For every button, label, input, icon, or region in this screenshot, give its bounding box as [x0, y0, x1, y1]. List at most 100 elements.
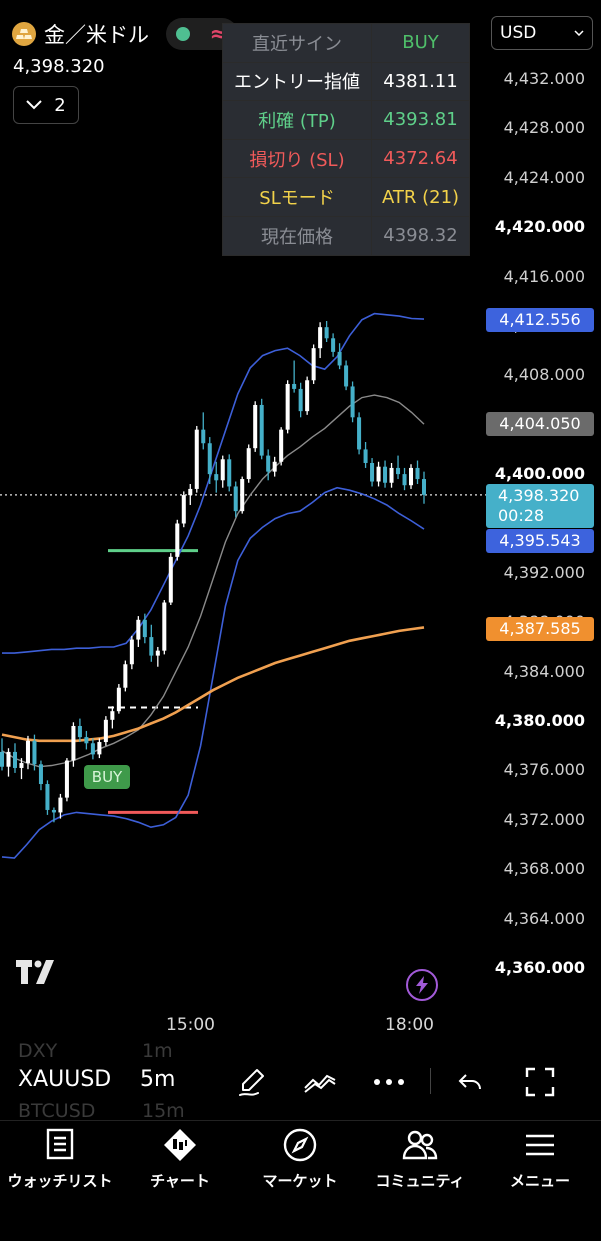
time-axis-label: 15:00	[166, 1015, 215, 1035]
candle-body	[337, 351, 342, 366]
candle-body	[350, 386, 355, 418]
candle-body	[84, 737, 89, 744]
candle-body	[324, 327, 329, 339]
candle-body	[77, 725, 82, 738]
signal-row: 利確 (TP) 4393.81	[222, 100, 470, 140]
candle-body	[253, 404, 258, 449]
signal-row: 直近サイン BUY	[222, 23, 470, 63]
candle-body	[207, 443, 212, 475]
candle-body	[331, 338, 336, 352]
candle-body	[181, 495, 186, 524]
nav-community[interactable]: コミュニティ	[360, 1128, 480, 1191]
candle-body	[363, 449, 368, 463]
upper-band-price-badge: 4,412.556	[486, 308, 594, 332]
signal-value: ATR (21)	[371, 177, 470, 217]
fullscreen-button[interactable]	[520, 1064, 560, 1100]
undo-button[interactable]	[450, 1064, 490, 1100]
chevron-down-icon	[26, 100, 42, 110]
candle-body	[51, 809, 56, 813]
candle-body	[240, 479, 245, 512]
candle-body	[116, 687, 121, 712]
candle-body	[38, 764, 43, 785]
last-price: 4,398.320	[13, 56, 105, 77]
nav-label: コミュニティ	[375, 1172, 465, 1190]
candle-body	[402, 474, 407, 486]
nav-watchlist[interactable]: ウォッチリスト	[0, 1128, 120, 1191]
signal-row: SLモード ATR (21)	[222, 177, 470, 217]
interval-selector[interactable]: 5m	[140, 1067, 175, 1092]
symbol-selector[interactable]: XAUUSD	[18, 1067, 111, 1092]
ghost-symbol-below: BTCUSD	[18, 1100, 96, 1122]
candle-body	[162, 602, 167, 651]
nav-market[interactable]: マーケット	[240, 1128, 360, 1191]
currency-select[interactable]: USD	[491, 16, 593, 50]
candle-body	[389, 467, 394, 483]
nav-label: チャート	[150, 1172, 210, 1190]
candle-body	[279, 429, 284, 462]
candle-body	[149, 637, 154, 656]
menu-icon	[526, 1134, 554, 1156]
ghost-symbol-above: DXY	[18, 1040, 58, 1062]
lower-bollinger-band	[1, 486, 425, 859]
candle-body	[214, 474, 219, 481]
nav-menu[interactable]: メニュー	[480, 1128, 600, 1191]
candle-body	[233, 486, 238, 512]
fullscreen-icon	[525, 1067, 555, 1097]
candle-body	[292, 383, 297, 389]
indicators-toggle-button[interactable]: 2	[13, 86, 79, 124]
candle-body	[272, 461, 277, 472]
candle-body	[194, 429, 199, 489]
tradingview-logo-icon	[16, 960, 54, 984]
candle-body	[103, 719, 108, 743]
candle-body	[370, 462, 375, 482]
candle-body	[376, 466, 381, 482]
candle-body	[110, 711, 115, 720]
undo-icon	[458, 1074, 481, 1090]
candle-body	[32, 740, 37, 765]
price-axis-tick: 4,424.000	[503, 167, 585, 187]
current-price-value: 4,398.320	[498, 486, 580, 505]
nav-label: ウォッチリスト	[7, 1172, 113, 1190]
candle-body	[344, 365, 349, 387]
buy-signal-marker[interactable]: BUY	[84, 764, 130, 789]
signal-value: 4393.81	[371, 100, 470, 140]
upper-bollinger-band	[2, 312, 425, 654]
signal-value: 4398.32	[371, 215, 470, 256]
candle-body	[175, 523, 180, 557]
price-axis-tick: 4,368.000	[503, 859, 585, 879]
symbol-name[interactable]: 金／米ドル	[44, 19, 149, 49]
nav-label: マーケット	[262, 1172, 338, 1190]
candle-body	[19, 763, 24, 768]
candle-body	[266, 455, 271, 472]
price-axis-tick: 4,420.000	[494, 217, 585, 237]
candle-body	[12, 751, 17, 768]
candle-body	[357, 417, 362, 450]
price-axis-tick: 4,384.000	[503, 661, 585, 681]
indicators-button[interactable]	[300, 1064, 340, 1100]
candle-body	[220, 459, 225, 481]
ghost-interval-below: 15m	[142, 1100, 185, 1122]
lower-band-price-badge: 4,395.543	[486, 529, 594, 553]
drawing-tool-button[interactable]	[232, 1064, 272, 1100]
signal-label: 利確 (TP)	[222, 100, 372, 140]
candle-body	[201, 429, 206, 444]
signal-row: 損切り (SL) 4372.64	[222, 138, 470, 179]
candle-body	[90, 743, 95, 755]
slow-moving-average	[1, 626, 425, 743]
symbol-header[interactable]: 金／米ドル	[12, 20, 149, 48]
price-axis-tick: 4,428.000	[503, 118, 585, 138]
more-options-button[interactable]	[369, 1064, 409, 1100]
tradingview-logo[interactable]	[16, 960, 62, 988]
candle-body	[168, 556, 173, 603]
candle-body	[415, 467, 420, 480]
signal-label: SLモード	[222, 177, 372, 217]
price-axis-tick: 4,416.000	[503, 266, 585, 286]
signal-value: 4381.11	[371, 61, 470, 102]
candle-body	[259, 404, 264, 456]
signal-row: 現在価格 4398.32	[222, 215, 470, 256]
candle-body	[123, 664, 128, 688]
flash-alert-button[interactable]	[406, 969, 438, 1001]
candle-body	[58, 797, 63, 813]
candle-body	[136, 619, 141, 640]
nav-chart[interactable]: チャート	[120, 1128, 240, 1191]
